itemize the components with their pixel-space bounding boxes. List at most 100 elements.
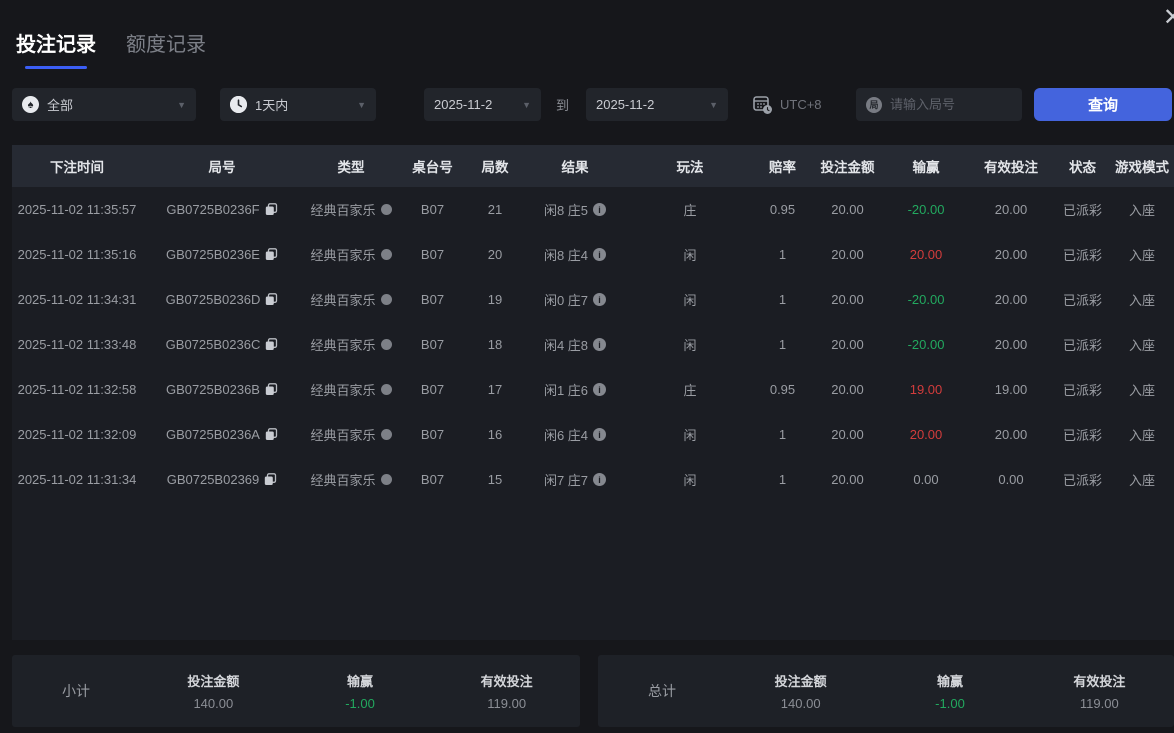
info-icon[interactable]: i bbox=[593, 248, 606, 261]
calendar-clock-icon[interactable] bbox=[752, 94, 773, 115]
column-header-10: 有效投注 bbox=[967, 145, 1055, 187]
round-id-cell: GB0725B0236D bbox=[142, 277, 302, 322]
date-to-select[interactable]: 2025-11-2 ▼ bbox=[586, 88, 728, 121]
active-tab-underline bbox=[25, 66, 87, 69]
valid-bet-cell: 20.00 bbox=[967, 412, 1055, 457]
tab-betting-records[interactable]: 投注记录 bbox=[16, 28, 96, 69]
table-no-cell: B07 bbox=[400, 232, 465, 277]
valid-bet-cell: 0.00 bbox=[967, 457, 1055, 502]
betting-records-panel: ✕ 投注记录 额度记录 ♠ 全部 ▼ 1天内 ▼ 2025-11-2 ▼ 到 2… bbox=[0, 0, 1174, 733]
subtotal-box: 小计 投注金额 140.00 输赢 -1.00 有效投注 119.00 bbox=[12, 655, 580, 727]
table-no-cell: B07 bbox=[400, 367, 465, 412]
table-no-cell: B07 bbox=[400, 412, 465, 457]
win-loss-cell: -20.00 bbox=[885, 277, 967, 322]
round-id-cell: GB0725B0236F bbox=[142, 187, 302, 232]
time-range-select[interactable]: 1天内 ▼ bbox=[220, 88, 376, 121]
round-search-field[interactable]: 局 bbox=[856, 88, 1022, 121]
game-type-cell: 经典百家乐 bbox=[302, 232, 400, 277]
game-mode-cell: 入座 bbox=[1110, 277, 1174, 322]
round-id-cell: GB0725B0236E bbox=[142, 232, 302, 277]
tab-quota-records[interactable]: 额度记录 bbox=[126, 28, 206, 57]
date-to-value: 2025-11-2 bbox=[596, 97, 654, 112]
subtotal-bet-group: 投注金额 140.00 bbox=[140, 671, 287, 711]
column-header-5: 结果 bbox=[525, 145, 625, 187]
win-loss-label: 输赢 bbox=[875, 671, 1024, 690]
bet-amount-cell: 20.00 bbox=[810, 232, 885, 277]
result-cell: 闲7 庄7i bbox=[525, 457, 625, 502]
info-icon[interactable]: i bbox=[593, 293, 606, 306]
live-dot-icon bbox=[381, 429, 392, 440]
game-type-cell: 经典百家乐 bbox=[302, 322, 400, 367]
bet-amount-cell: 20.00 bbox=[810, 367, 885, 412]
date-from-select[interactable]: 2025-11-2 ▼ bbox=[424, 88, 541, 121]
game-mode-cell: 入座 bbox=[1110, 187, 1174, 232]
copy-icon[interactable] bbox=[265, 293, 278, 306]
table-no-cell: B07 bbox=[400, 277, 465, 322]
round-no-cell: 20 bbox=[465, 232, 525, 277]
win-loss-value: -1.00 bbox=[875, 696, 1024, 711]
total-label: 总计 bbox=[598, 681, 726, 701]
table-row: 2025-11-02 11:32:09GB0725B0236A经典百家乐B071… bbox=[12, 412, 1174, 457]
round-no-cell: 17 bbox=[465, 367, 525, 412]
total-valid-group: 有效投注 119.00 bbox=[1025, 671, 1174, 711]
round-search-input[interactable] bbox=[890, 97, 1000, 112]
live-dot-icon bbox=[381, 474, 392, 485]
spade-icon: ♠ bbox=[22, 96, 39, 113]
bet-amount-value: 140.00 bbox=[726, 696, 875, 711]
game-mode-cell: 入座 bbox=[1110, 367, 1174, 412]
bet-amount-cell: 20.00 bbox=[810, 187, 885, 232]
odds-cell: 1 bbox=[755, 412, 810, 457]
info-icon[interactable]: i bbox=[593, 383, 606, 396]
valid-bet-cell: 20.00 bbox=[967, 232, 1055, 277]
round-no-cell: 16 bbox=[465, 412, 525, 457]
copy-icon[interactable] bbox=[265, 428, 278, 441]
info-icon[interactable]: i bbox=[593, 203, 606, 216]
column-header-8: 投注金额 bbox=[810, 145, 885, 187]
valid-bet-label: 有效投注 bbox=[433, 671, 580, 690]
result-cell: 闲8 庄5i bbox=[525, 187, 625, 232]
copy-icon[interactable] bbox=[265, 203, 278, 216]
bet-time-cell: 2025-11-02 11:35:16 bbox=[12, 232, 142, 277]
odds-cell: 0.95 bbox=[755, 187, 810, 232]
chevron-down-icon: ▼ bbox=[709, 100, 718, 110]
live-dot-icon bbox=[381, 294, 392, 305]
play-type-cell: 闲 bbox=[625, 322, 755, 367]
bet-amount-cell: 20.00 bbox=[810, 277, 885, 322]
bet-time-cell: 2025-11-02 11:31:34 bbox=[12, 457, 142, 502]
info-icon[interactable]: i bbox=[593, 338, 606, 351]
table-no-cell: B07 bbox=[400, 322, 465, 367]
result-cell: 闲1 庄6i bbox=[525, 367, 625, 412]
game-type-cell: 经典百家乐 bbox=[302, 187, 400, 232]
copy-icon[interactable] bbox=[265, 248, 278, 261]
subtotal-label: 小计 bbox=[12, 681, 140, 701]
info-icon[interactable]: i bbox=[593, 473, 606, 486]
copy-icon[interactable] bbox=[265, 338, 278, 351]
status-cell: 已派彩 bbox=[1055, 322, 1110, 367]
game-type-select[interactable]: ♠ 全部 ▼ bbox=[12, 88, 196, 121]
game-mode-cell: 入座 bbox=[1110, 232, 1174, 277]
status-cell: 已派彩 bbox=[1055, 232, 1110, 277]
bet-time-cell: 2025-11-02 11:34:31 bbox=[12, 277, 142, 322]
close-icon[interactable]: ✕ bbox=[1163, 6, 1174, 30]
copy-icon[interactable] bbox=[264, 473, 277, 486]
valid-bet-value: 119.00 bbox=[433, 696, 580, 711]
game-type-cell: 经典百家乐 bbox=[302, 412, 400, 457]
copy-icon[interactable] bbox=[265, 383, 278, 396]
info-icon[interactable]: i bbox=[593, 428, 606, 441]
bet-amount-value: 140.00 bbox=[140, 696, 287, 711]
round-id-cell: GB0725B02369 bbox=[142, 457, 302, 502]
search-button[interactable]: 查询 bbox=[1034, 88, 1172, 121]
valid-bet-cell: 20.00 bbox=[967, 187, 1055, 232]
play-type-cell: 闲 bbox=[625, 412, 755, 457]
game-mode-cell: 入座 bbox=[1110, 457, 1174, 502]
win-loss-label: 输赢 bbox=[287, 671, 434, 690]
bet-amount-cell: 20.00 bbox=[810, 322, 885, 367]
game-type-cell: 经典百家乐 bbox=[302, 367, 400, 412]
valid-bet-cell: 20.00 bbox=[967, 277, 1055, 322]
column-header-2: 类型 bbox=[302, 145, 400, 187]
column-header-4: 局数 bbox=[465, 145, 525, 187]
bet-amount-cell: 20.00 bbox=[810, 457, 885, 502]
valid-bet-cell: 19.00 bbox=[967, 367, 1055, 412]
result-cell: 闲0 庄7i bbox=[525, 277, 625, 322]
total-win-group: 输赢 -1.00 bbox=[875, 671, 1024, 711]
